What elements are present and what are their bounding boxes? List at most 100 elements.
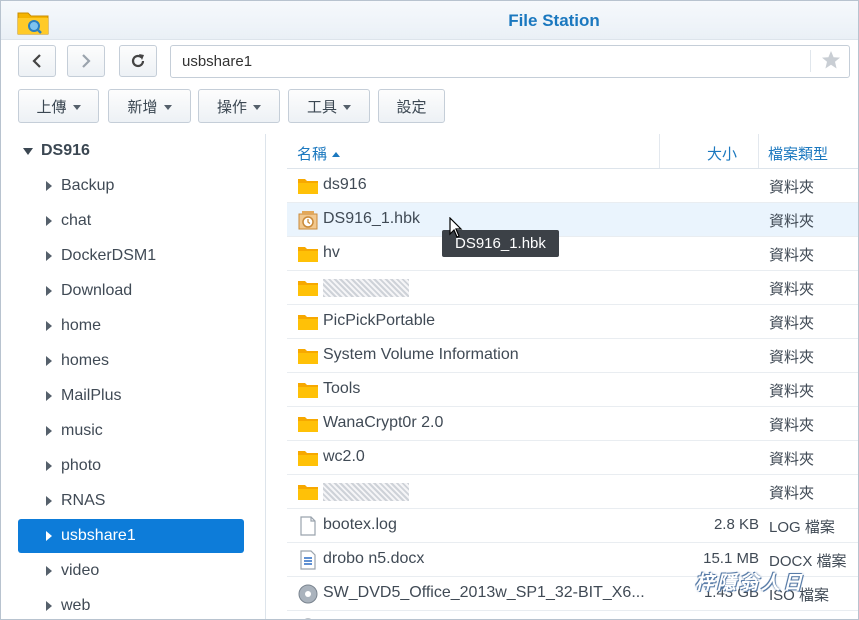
- triangle-right-icon: [46, 426, 52, 436]
- tools-button[interactable]: 工具: [288, 89, 370, 123]
- tree-item-home[interactable]: home: [18, 309, 244, 343]
- file-name: System Volume Information: [323, 346, 519, 363]
- triangle-right-icon: [46, 566, 52, 576]
- redacted-name: [323, 483, 409, 501]
- column-header-size[interactable]: 大小: [707, 143, 737, 164]
- folder-icon: [298, 179, 318, 194]
- action-label: 操作: [216, 98, 247, 116]
- file-size: 2.8 KB: [713, 516, 759, 533]
- tree-item-label: MailPlus: [61, 387, 122, 404]
- triangle-right-icon: [46, 391, 52, 401]
- disc-image-icon: [298, 584, 318, 604]
- tree-item-usbshare1[interactable]: usbshare1: [18, 519, 244, 553]
- file-name: drobo n5.docx: [323, 550, 425, 567]
- action-button[interactable]: 操作: [198, 89, 280, 123]
- column-divider[interactable]: [758, 134, 759, 168]
- chevron-right-icon: [82, 54, 91, 68]
- triangle-right-icon: [46, 601, 52, 611]
- file-row[interactable]: [287, 611, 858, 619]
- back-button[interactable]: [18, 45, 56, 77]
- refresh-button[interactable]: [119, 45, 157, 77]
- tree-item-web[interactable]: web: [18, 589, 244, 619]
- file-row[interactable]: WanaCrypt0r 2.0 資料夾: [287, 407, 858, 441]
- folder-icon: [298, 451, 318, 466]
- tree-item-label: web: [61, 597, 91, 614]
- tree-root[interactable]: DS916: [23, 142, 90, 160]
- redacted-name: [323, 279, 409, 297]
- settings-button[interactable]: 設定: [378, 89, 445, 123]
- column-name-label: 名稱: [297, 146, 328, 163]
- create-button[interactable]: 新增: [108, 89, 191, 123]
- file-type: 資料夾: [769, 247, 815, 264]
- column-header-name[interactable]: 名稱: [297, 143, 341, 164]
- triangle-right-icon: [46, 321, 52, 331]
- column-divider[interactable]: [659, 134, 660, 168]
- file-row[interactable]: hv 資料夾: [287, 237, 858, 271]
- tree-item-mailplus[interactable]: MailPlus: [18, 379, 244, 413]
- file-row[interactable]: 資料夾: [287, 475, 858, 509]
- tree-item-label: DockerDSM1: [61, 247, 157, 264]
- file-row[interactable]: PicPickPortable 資料夾: [287, 305, 858, 339]
- file-type: 資料夾: [769, 485, 815, 502]
- tree-item-dockerdsm1[interactable]: DockerDSM1: [18, 239, 244, 273]
- settings-label: 設定: [396, 98, 427, 116]
- file-name: SW_DVD5_Office_2013w_SP1_32-BIT_X6...: [323, 584, 645, 601]
- caret-down-icon: [163, 104, 172, 110]
- file-type: LOG 檔案: [769, 519, 835, 536]
- star-icon[interactable]: [810, 50, 843, 72]
- file-type: 資料夾: [769, 349, 815, 366]
- backup-icon: [298, 211, 318, 230]
- tree-item-homes[interactable]: homes: [18, 344, 244, 378]
- path-bar[interactable]: usbshare1: [170, 45, 850, 78]
- file-row[interactable]: bootex.log 2.8 KB LOG 檔案: [287, 509, 858, 543]
- folder-icon: [298, 417, 318, 432]
- file-row[interactable]: System Volume Information 資料夾: [287, 339, 858, 373]
- folder-icon: [298, 383, 318, 398]
- tree-item-download[interactable]: Download: [18, 274, 244, 308]
- tree-item-chat[interactable]: chat: [18, 204, 244, 238]
- watermark: 梓隱翁人日: [695, 573, 806, 594]
- folder-icon: [298, 247, 318, 262]
- file-name: bootex.log: [323, 516, 397, 533]
- file-name: wc2.0: [323, 448, 365, 465]
- tree-item-rnas[interactable]: RNAS: [18, 484, 244, 518]
- triangle-right-icon: [46, 216, 52, 226]
- sort-ascending-icon: [332, 152, 341, 157]
- tree-item-label: video: [61, 562, 100, 579]
- file-list-header: 名稱 大小 檔案類型: [287, 134, 858, 169]
- file-type: 資料夾: [769, 281, 815, 298]
- tree-item-music[interactable]: music: [18, 414, 244, 448]
- tree-item-label: chat: [61, 212, 92, 229]
- tree-item-video[interactable]: video: [18, 554, 244, 588]
- tree-item-backup[interactable]: Backup: [18, 169, 244, 203]
- triangle-right-icon: [46, 531, 52, 541]
- tree-item-label: Download: [61, 282, 133, 299]
- forward-button[interactable]: [67, 45, 105, 77]
- file-name: DS916_1.hbk: [323, 210, 420, 227]
- file-size: 15.1 MB: [703, 550, 759, 567]
- folder-icon: [298, 315, 318, 330]
- file-type: 資料夾: [769, 417, 815, 434]
- refresh-icon: [131, 54, 145, 68]
- triangle-right-icon: [46, 181, 52, 191]
- triangle-right-icon: [46, 251, 52, 261]
- file-name: Tools: [323, 380, 361, 397]
- tree-item-label: Backup: [61, 177, 115, 194]
- file-row[interactable]: wc2.0 資料夾: [287, 441, 858, 475]
- caret-down-icon: [253, 104, 261, 110]
- file-row[interactable]: ds916 資料夾: [287, 169, 858, 203]
- file-row[interactable]: Tools 資料夾: [287, 373, 858, 407]
- current-path: usbshare1: [182, 53, 253, 70]
- file-row[interactable]: DS916_1.hbk 資料夾: [287, 203, 858, 237]
- folder-icon: [298, 485, 318, 500]
- tree-item-photo[interactable]: photo: [18, 449, 244, 483]
- tree-item-label: usbshare1: [61, 527, 136, 544]
- triangle-down-icon: [23, 147, 33, 155]
- file-row[interactable]: 資料夾: [287, 271, 858, 305]
- column-header-type[interactable]: 檔案類型: [768, 143, 828, 164]
- tree-root-label: DS916: [41, 142, 90, 159]
- tree-item-label: music: [61, 422, 103, 439]
- tree-item-label: RNAS: [61, 492, 106, 509]
- upload-button[interactable]: 上傳: [18, 89, 99, 123]
- file-type: 資料夾: [769, 179, 815, 196]
